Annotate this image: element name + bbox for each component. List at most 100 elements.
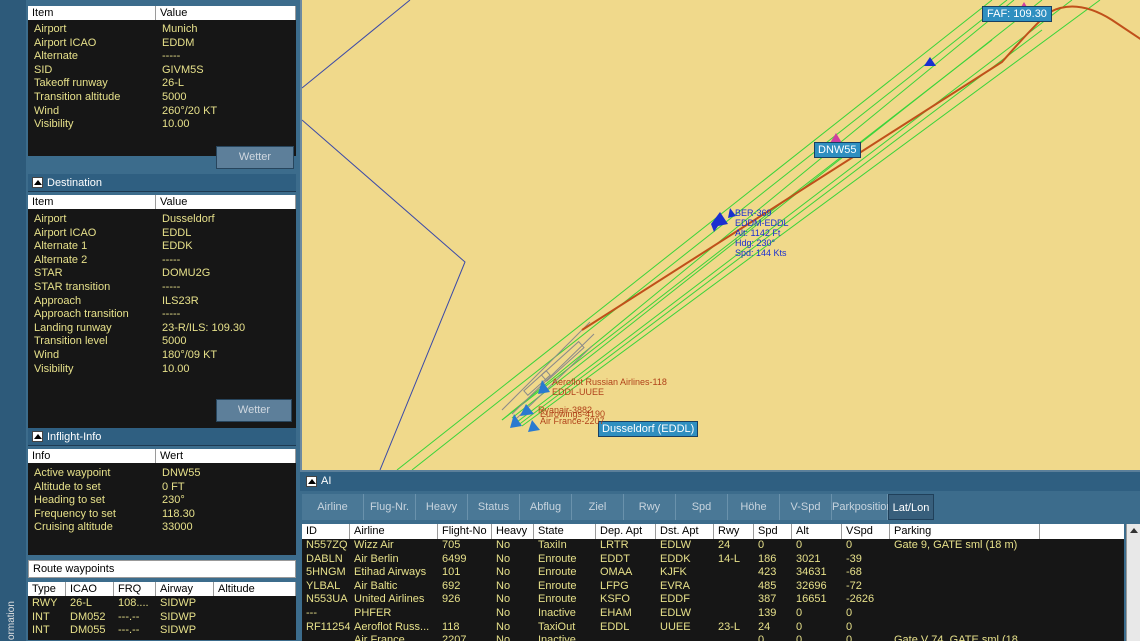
column-header-state[interactable]: State	[534, 524, 596, 539]
column-header-heavy[interactable]: Heavy	[492, 524, 534, 539]
route-panel-title[interactable]: Route waypoints	[28, 560, 296, 578]
faf-label[interactable]: FAF: 109.30	[982, 6, 1052, 22]
grid-row[interactable]: Transition altitude 5000	[28, 91, 296, 105]
column-header-airline[interactable]: Airline	[350, 524, 438, 539]
column-header-item[interactable]: Item	[28, 6, 156, 20]
departure-weather-button[interactable]: Wetter	[216, 146, 294, 169]
grid-row[interactable]: STAR transition -----	[28, 281, 296, 295]
column-header-wert[interactable]: Wert	[156, 449, 296, 463]
grid-row[interactable]: STAR DOMU2G	[28, 267, 296, 281]
column-header-frq[interactable]: FRQ	[114, 582, 156, 596]
scroll-up-icon[interactable]	[1130, 528, 1138, 533]
column-header-altitude[interactable]: Altitude	[214, 582, 296, 596]
route-row[interactable]: INT DM052 ---.-- SIDWP	[28, 611, 296, 625]
table-row[interactable]: YLBAL Air Baltic 692 No Enroute LFPG EVRA 485 32…	[302, 580, 1124, 594]
column-header-type[interactable]: Type	[28, 582, 66, 596]
grid-row[interactable]: Cruising altitude 33000	[28, 521, 296, 535]
tab-ziel[interactable]: Ziel	[572, 494, 624, 520]
grid-row[interactable]: Approach ILS23R	[28, 295, 296, 309]
grid-row[interactable]: Airport ICAO EDDL	[28, 227, 296, 241]
grid-row[interactable]: Visibility 10.00	[28, 118, 296, 132]
table-cell: 2207	[442, 634, 467, 641]
grid-row[interactable]: Altitude to set 0 FT	[28, 481, 296, 495]
grid-row[interactable]: Visibility 10.00	[28, 363, 296, 377]
column-header-dep-apt[interactable]: Dep. Apt	[596, 524, 656, 539]
route-row[interactable]: INT DM055 ---.-- SIDWP	[28, 624, 296, 638]
waypoint-label[interactable]: DNW55	[814, 142, 861, 158]
column-header-item[interactable]: Item	[28, 195, 156, 209]
route-cell: ---.--	[118, 624, 140, 637]
grid-row[interactable]: Takeoff runway 26-L	[28, 77, 296, 91]
table-cell: OMAA	[600, 566, 633, 579]
tab-parkposition[interactable]: Parkposition	[832, 494, 893, 520]
column-header-icao[interactable]: ICAO	[66, 582, 114, 596]
collapse-icon[interactable]	[306, 476, 317, 487]
table-row[interactable]: 5HNGM Etihad Airways 101 No Enroute OMAA KJFK 4…	[302, 566, 1124, 580]
grid-row[interactable]: Airport Munich	[28, 23, 296, 37]
ai-panel-title[interactable]: AI	[300, 472, 1140, 491]
tab-spd[interactable]: Spd	[676, 494, 728, 520]
table-row[interactable]: RF11254 Aeroflot Russ... 118 No TaxiOut EDDL U…	[302, 621, 1124, 635]
destination-weather-button[interactable]: Wetter	[216, 399, 292, 422]
column-header-info[interactable]: Info	[28, 449, 156, 463]
ai-table-scrollbar[interactable]	[1126, 524, 1140, 641]
grid-row[interactable]: Frequency to set 118.30	[28, 508, 296, 522]
grid-item-label: Airport	[34, 23, 67, 35]
ai-aircraft-tag[interactable]: Ryanair-3882	[538, 405, 592, 415]
collapse-icon[interactable]	[32, 431, 43, 442]
ai-aircraft-tag[interactable]: Aeroflot Russian Airlines-118 EDDL-UUEE	[552, 377, 667, 397]
inflight-panel-title[interactable]: Inflight-Info	[28, 428, 296, 446]
grid-row[interactable]: Landing runway 23-R/ILS: 109.30	[28, 322, 296, 336]
table-cell: 24	[718, 539, 731, 551]
map-canvas[interactable]	[302, 0, 1140, 470]
column-header-flight-no[interactable]: Flight-No	[438, 524, 492, 539]
table-row[interactable]: DABLN Air Berlin 6499 No Enroute EDDT EDDK 14-L…	[302, 553, 1124, 567]
tab-heavy[interactable]: Heavy	[416, 494, 468, 520]
column-header-dst-apt[interactable]: Dst. Apt	[656, 524, 714, 539]
map-view[interactable]: FAF: 109.30 DNW55 Dusseldorf (EDDL) BER-…	[300, 0, 1140, 470]
grid-row[interactable]: Heading to set 230°	[28, 494, 296, 508]
grid-row[interactable]: Approach transition -----	[28, 308, 296, 322]
grid-row[interactable]: Transition level 5000	[28, 335, 296, 349]
column-header-value[interactable]: Value	[156, 6, 296, 20]
column-header-parking[interactable]: Parking	[890, 524, 1040, 539]
tab-rwy[interactable]: Rwy	[624, 494, 676, 520]
tab-airline[interactable]: Airline	[302, 494, 364, 520]
table-row[interactable]: Air France 2207 No Inactive 0 0 0 Gate V 74, GA…	[302, 634, 1124, 641]
collapse-icon[interactable]	[32, 177, 43, 188]
ai-aircraft-tag[interactable]: Air France-2207	[540, 416, 605, 426]
tab-status[interactable]: Status	[468, 494, 520, 520]
airport-label[interactable]: Dusseldorf (EDDL)	[598, 421, 699, 437]
tab-lat-lon[interactable]: Lat/Lon	[888, 494, 934, 520]
table-row[interactable]: --- PHFER No Inactive EHAM EDLW 139 0 0	[302, 607, 1124, 621]
dock-vertical-label[interactable]: ormation	[6, 601, 17, 640]
tab-h-he[interactable]: Höhe	[728, 494, 780, 520]
grid-row[interactable]: Alternate -----	[28, 50, 296, 64]
column-header-airway[interactable]: Airway	[156, 582, 214, 596]
column-header-id[interactable]: ID	[302, 524, 350, 539]
column-header-value[interactable]: Value	[156, 195, 296, 209]
tab-v-spd[interactable]: V-Spd	[780, 494, 832, 520]
table-row[interactable]: N557ZQ Wizz Air 705 No TaxiIn LRTR EDLW 24 0 0 0 Ga…	[302, 539, 1124, 553]
grid-row[interactable]: Airport Dusseldorf	[28, 213, 296, 227]
grid-row[interactable]: Alternate 2 -----	[28, 254, 296, 268]
destination-panel-title[interactable]: Destination	[28, 174, 296, 192]
tab-flug-nr-[interactable]: Flug-Nr.	[364, 494, 416, 520]
tab-abflug[interactable]: Abflug	[520, 494, 572, 520]
column-header-rwy[interactable]: Rwy	[714, 524, 754, 539]
grid-row[interactable]: Wind 260°/20 KT	[28, 105, 296, 119]
grid-row[interactable]: Airport ICAO EDDM	[28, 37, 296, 51]
column-header-vspd[interactable]: VSpd	[842, 524, 890, 539]
table-cell: No	[496, 620, 511, 633]
column-header-spd[interactable]: Spd	[754, 524, 792, 539]
grid-row[interactable]: Alternate 1 EDDK	[28, 240, 296, 254]
column-header-alt[interactable]: Alt	[792, 524, 842, 539]
grid-row[interactable]: Active waypoint DNW55	[28, 467, 296, 481]
table-cell: No	[496, 606, 511, 619]
route-row[interactable]: RWY 26-L 108.... SIDWP	[28, 597, 296, 611]
grid-row[interactable]: SID GIVM5S	[28, 64, 296, 78]
table-cell: 926	[442, 593, 461, 606]
grid-row[interactable]: Wind 180°/09 KT	[28, 349, 296, 363]
table-row[interactable]: N553UA United Airlines 926 No Enroute KSFO EDD…	[302, 593, 1124, 607]
aircraft-data-tag[interactable]: BER-369 EDDM-EDDL Alt: 1142 Ft Hdg: 230°…	[735, 208, 789, 258]
